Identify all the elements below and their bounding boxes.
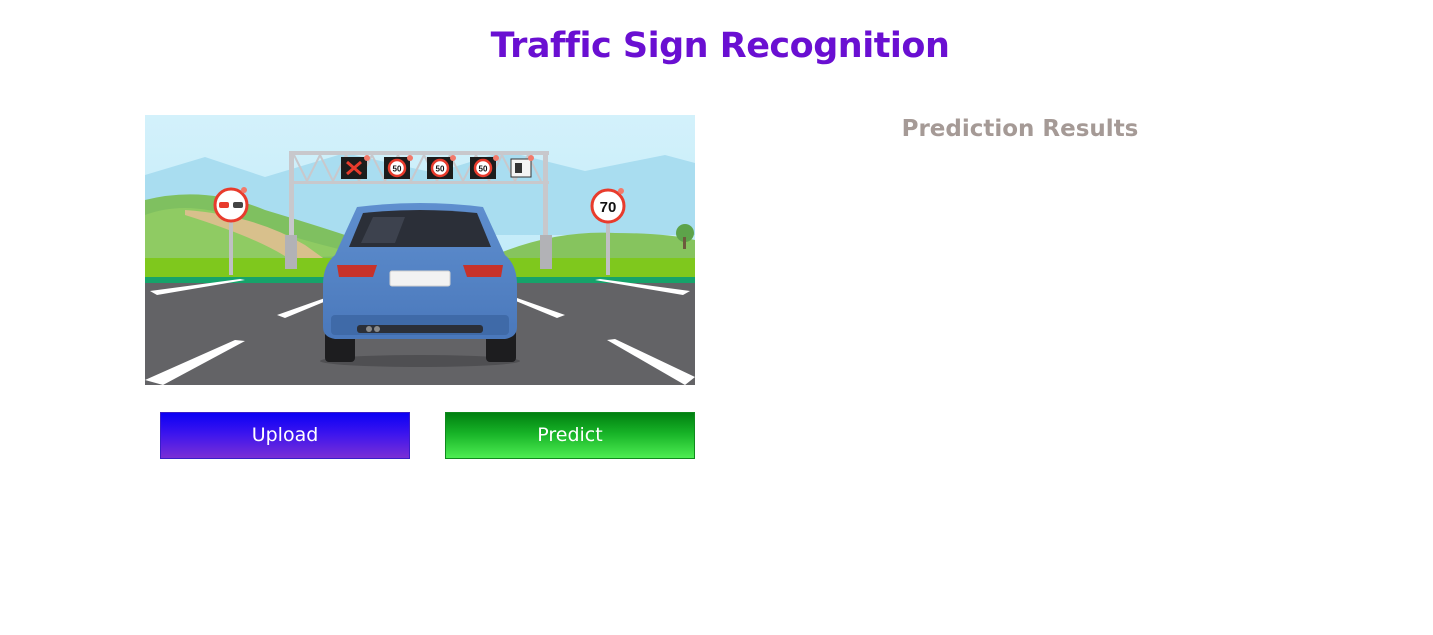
speed-limit-sign-text: 70 xyxy=(600,199,617,216)
gantry-sign-3-text: 50 xyxy=(479,165,488,174)
page-title: Traffic Sign Recognition xyxy=(490,26,950,66)
uploaded-traffic-image: 50 50 50 70 xyxy=(145,115,695,385)
upload-button[interactable]: Upload xyxy=(160,412,410,459)
gantry-sign-1-text: 50 xyxy=(393,165,402,174)
predict-button[interactable]: Predict xyxy=(445,412,695,459)
gantry-sign-2-text: 50 xyxy=(436,165,445,174)
prediction-results-title: Prediction Results xyxy=(901,116,1139,142)
